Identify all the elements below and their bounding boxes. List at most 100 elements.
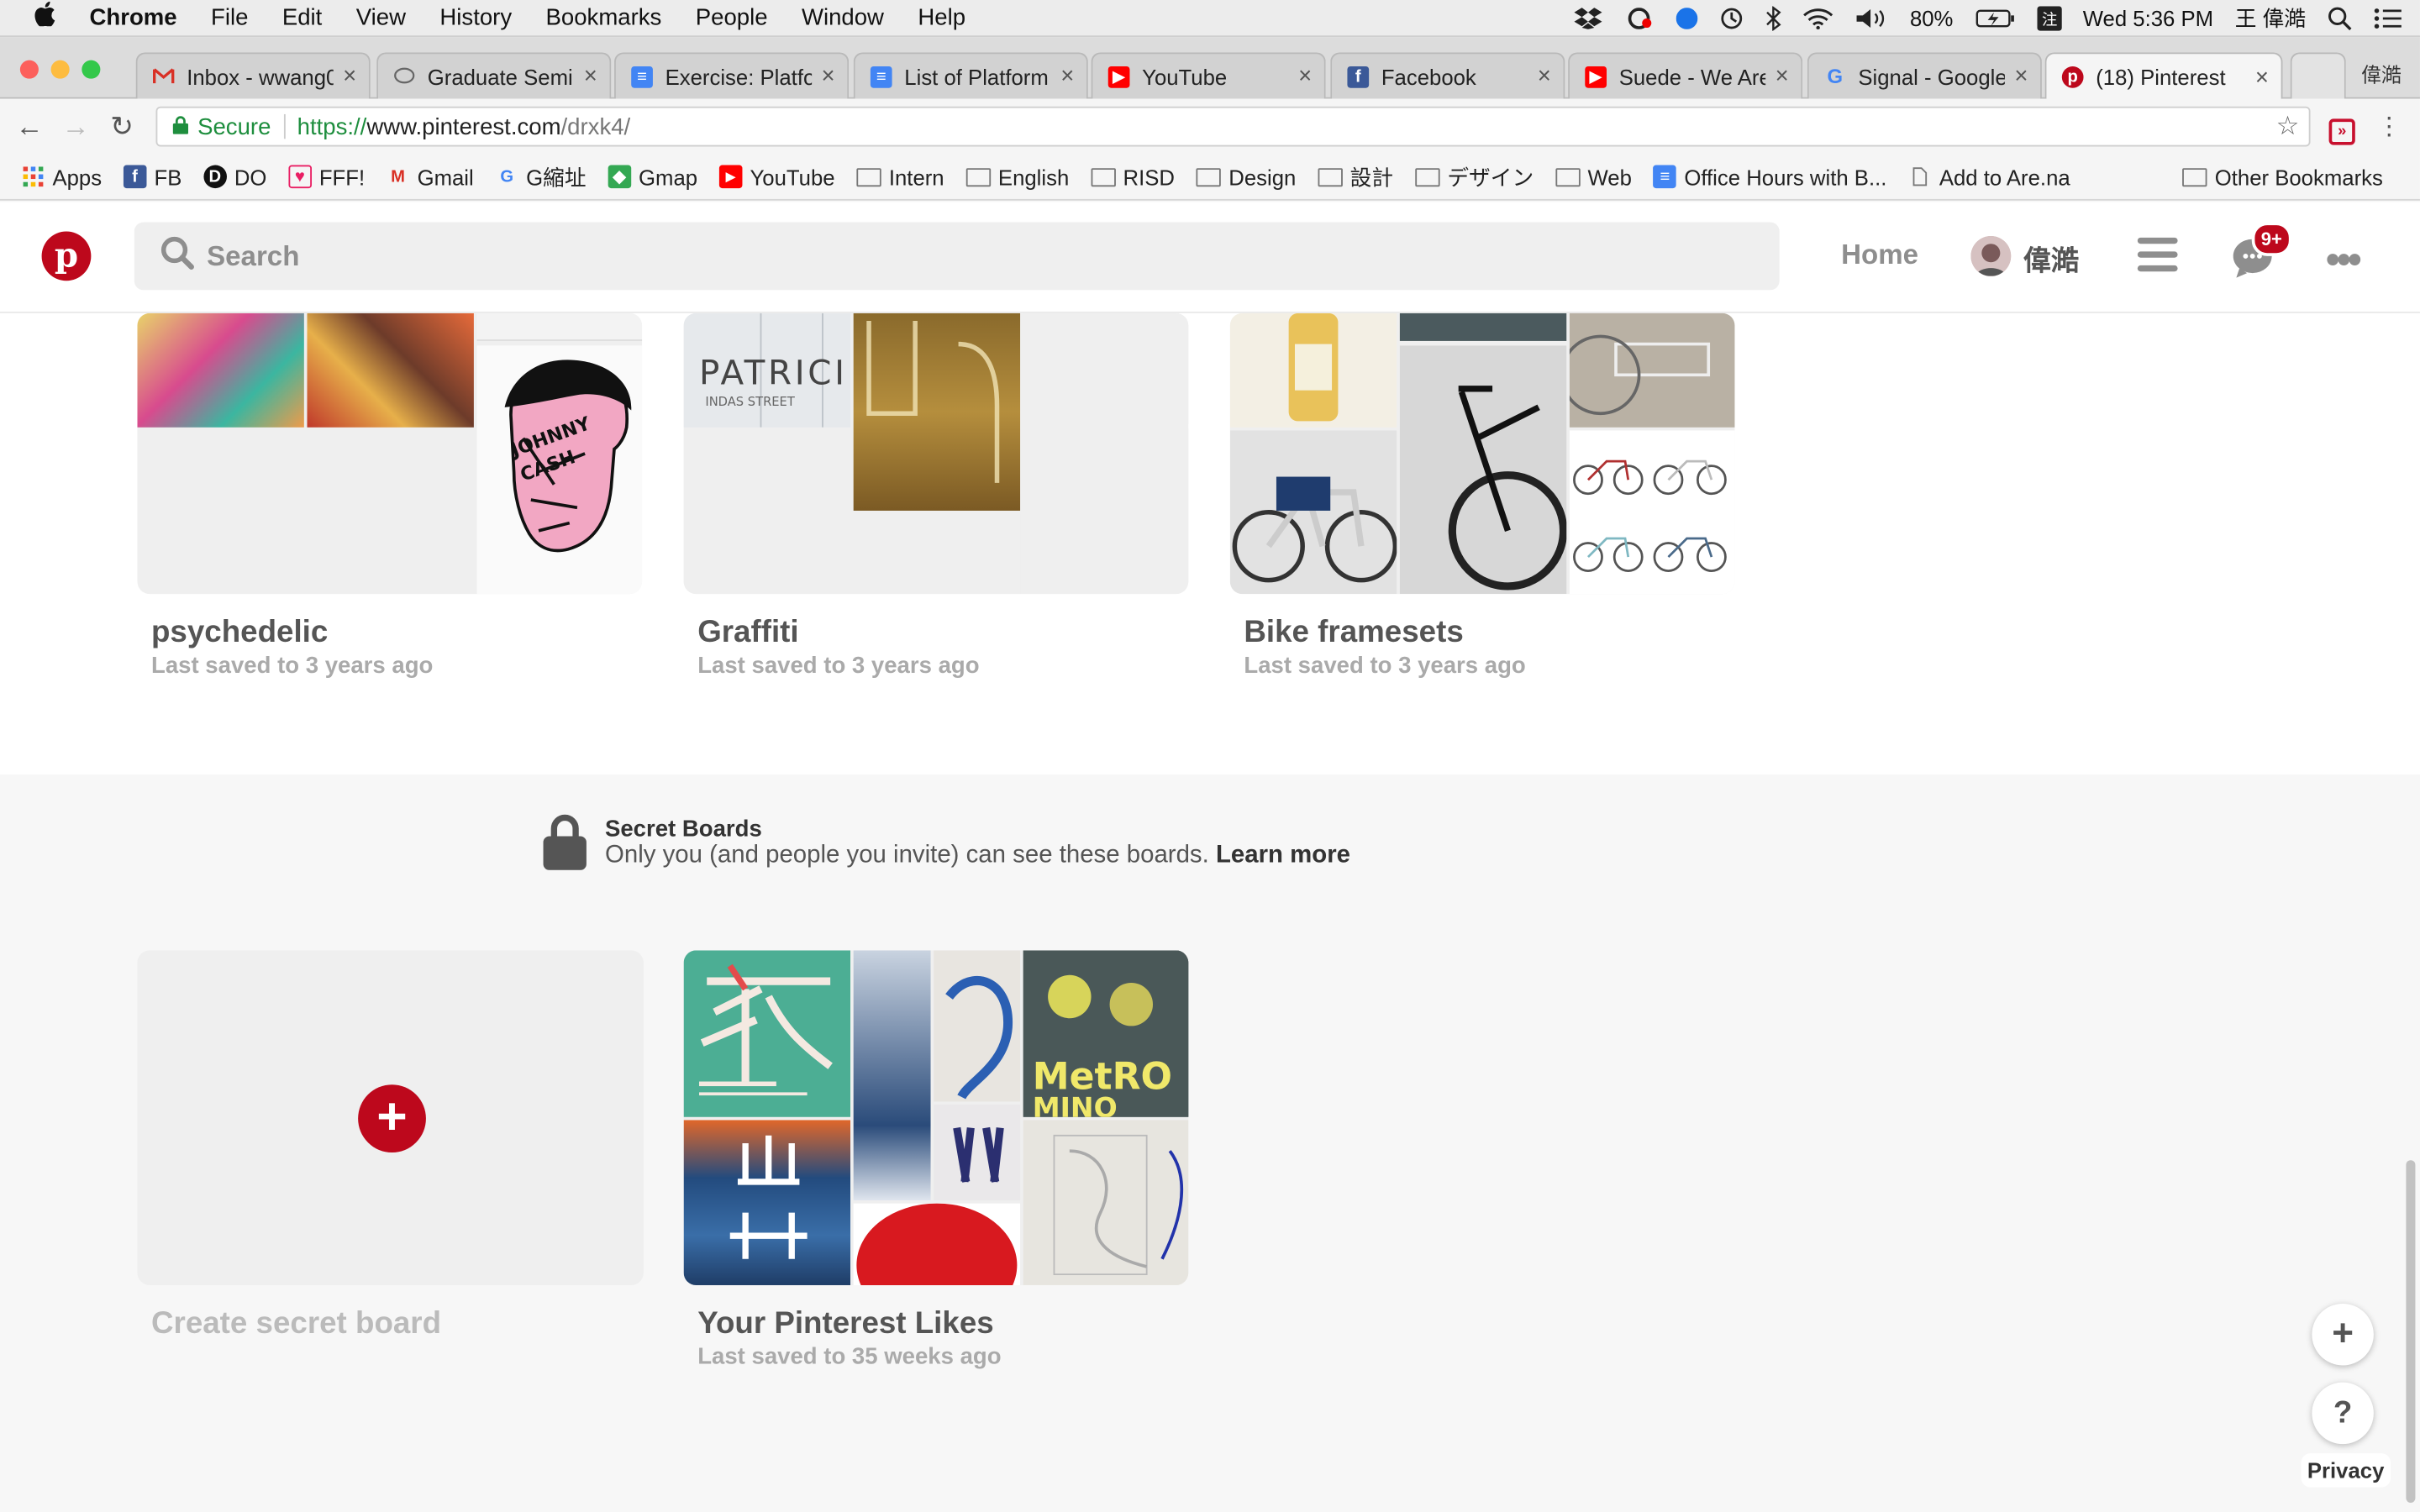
creative-cloud-icon[interactable] [1623,8,1654,29]
add-icon[interactable]: + [358,1084,426,1153]
bookmark-folder-web[interactable]: Web [1555,165,1632,189]
menu-people[interactable]: People [696,5,768,31]
close-window-button[interactable] [19,60,39,79]
bookmark-folder-sheji[interactable]: 設計 [1318,161,1393,192]
search-input[interactable] [207,239,1597,273]
tab-suede[interactable]: ▶ Suede - We Are × [1568,52,1803,99]
menu-bookmarks[interactable]: Bookmarks [546,5,662,31]
notification-center-icon[interactable] [2374,8,2402,29]
learn-more-link[interactable]: Learn more [1216,843,1350,869]
forward-icon[interactable]: → [52,110,98,143]
bookmark-folder-english[interactable]: English [965,165,1069,189]
menu-view[interactable]: View [356,5,406,31]
bookmark-add-to-arena[interactable]: Add to Are.na [1908,165,2070,189]
input-method-icon[interactable]: 注 [2036,6,2061,31]
bookmark-folder-risd[interactable]: RISD [1090,165,1175,189]
apple-menu-icon[interactable] [34,1,71,34]
bookmark-other[interactable]: Other Bookmarks [2182,165,2383,189]
omnibox[interactable]: Secure https:// www.pinterest.com /drxk4… [155,106,2311,147]
more-options-icon[interactable]: ••• [2326,236,2362,284]
menu-icon[interactable] [2137,237,2178,272]
tab-exercise[interactable]: ≡ Exercise: Platfo × [614,52,850,99]
menu-window[interactable]: Window [802,5,884,31]
chrome-menu-icon[interactable]: ⋮ [2377,111,2402,142]
menu-app-name[interactable]: Chrome [90,5,177,31]
johnny-cash-illustration: JOHNNY CASH [476,345,643,595]
close-tab-icon[interactable]: × [2255,64,2269,90]
wifi-icon[interactable] [1802,8,1833,29]
bookmark-label: Gmail [417,164,474,189]
tab-list-of-platform[interactable]: ≡ List of Platform × [853,52,1088,99]
board-bike-framesets-thumbnail[interactable] [1229,312,1735,595]
dropbox-icon[interactable] [1573,8,1602,29]
time-machine-icon[interactable] [1718,6,1743,30]
avatar[interactable] [1970,236,2012,276]
bookmark-star-icon[interactable]: ☆ [2276,111,2300,142]
bookmark-gmail[interactable]: M Gmail [387,165,474,189]
bookmark-fb[interactable]: f FB [123,165,182,189]
board-graffiti-thumbnail[interactable]: PATRICI INDAS STREET [683,312,1189,595]
bookmark-folder-intern[interactable]: Intern [856,165,944,189]
clock[interactable]: Wed 5:36 PM [2083,6,2213,30]
extension-icon[interactable]: » [2328,118,2355,145]
tab-pinterest[interactable]: p (18) Pinterest × [2044,52,2283,101]
back-icon[interactable]: ← [6,110,52,143]
profile-link[interactable]: 偉澔 [2023,239,2079,280]
scrollbar[interactable] [2406,1160,2416,1503]
shazam-icon[interactable] [1675,8,1697,29]
profile-name[interactable]: 偉澔 [2361,59,2402,88]
folder-icon [965,167,991,186]
bookmark-apps[interactable]: Apps [22,165,102,189]
board-title[interactable]: Graffiti [697,616,798,651]
bookmark-folder-dezain[interactable]: デザイン [1414,161,1534,192]
tab-signal-google[interactable]: G Signal - Google × [1807,52,2042,99]
bottle-image [1229,312,1397,428]
help-button[interactable]: ? [2312,1382,2374,1445]
user-menu[interactable]: 王 偉澔 [2235,3,2306,34]
bookmark-folder-design[interactable]: Design [1196,165,1296,189]
bookmark-office-hours[interactable]: ≡ Office Hours with B... [1653,165,1886,189]
bookmark-g-shorturl[interactable]: G G縮址 [495,161,586,192]
close-tab-icon[interactable]: × [2014,63,2028,89]
bookmark-youtube[interactable]: ▶ YouTube [718,165,835,189]
home-link[interactable]: Home [1841,239,1918,272]
board-title[interactable]: Bike framesets [1244,616,1463,651]
tab-youtube[interactable]: ▶ YouTube × [1091,52,1326,99]
add-pin-button[interactable]: + [2312,1304,2374,1366]
tab-facebook[interactable]: f Facebook × [1330,52,1565,99]
bluetooth-icon[interactable] [1765,6,1781,31]
menu-help[interactable]: Help [918,5,965,31]
close-tab-icon[interactable]: × [822,63,835,89]
close-tab-icon[interactable]: × [343,63,356,89]
menu-file[interactable]: File [211,5,248,31]
menu-history[interactable]: History [439,5,512,31]
close-tab-icon[interactable]: × [1298,63,1312,89]
tab-gmail[interactable]: Inbox - wwang0 × [135,52,371,99]
create-secret-board-card[interactable]: + [137,950,644,1285]
close-tab-icon[interactable]: × [584,63,597,89]
close-tab-icon[interactable]: × [1776,63,1789,89]
privacy-link[interactable]: Privacy [2301,1453,2391,1488]
board-title[interactable]: Your Pinterest Likes [697,1307,994,1342]
battery-icon[interactable] [1975,8,2015,29]
minimize-window-button[interactable] [50,60,70,79]
bookmark-gmap[interactable]: ◆ Gmap [608,165,697,189]
zoom-window-button[interactable] [82,60,101,79]
create-secret-board-label[interactable]: Create secret board [151,1307,441,1342]
reload-icon[interactable]: ↻ [99,110,145,143]
search-bar[interactable] [134,222,1780,291]
close-tab-icon[interactable]: × [1060,63,1074,89]
tab-graduate-seminar[interactable]: Graduate Semin × [376,52,612,99]
board-title[interactable]: psychedelic [151,616,328,651]
menu-edit[interactable]: Edit [282,5,322,31]
board-psychedelic-thumbnail[interactable]: JOHNNY CASH [137,312,643,595]
bookmark-do[interactable]: D DO [203,165,266,189]
volume-icon[interactable] [1854,8,1888,29]
board-likes-thumbnail[interactable]: MetRO MINO [683,950,1189,1285]
spotlight-icon[interactable] [2328,6,2352,31]
chat-icon [393,66,415,87]
new-tab-button[interactable] [2290,52,2346,99]
close-tab-icon[interactable]: × [1538,63,1551,89]
pinterest-logo-icon[interactable]: p [41,231,92,281]
bookmark-fff[interactable]: ♥ FFF! [288,165,365,189]
